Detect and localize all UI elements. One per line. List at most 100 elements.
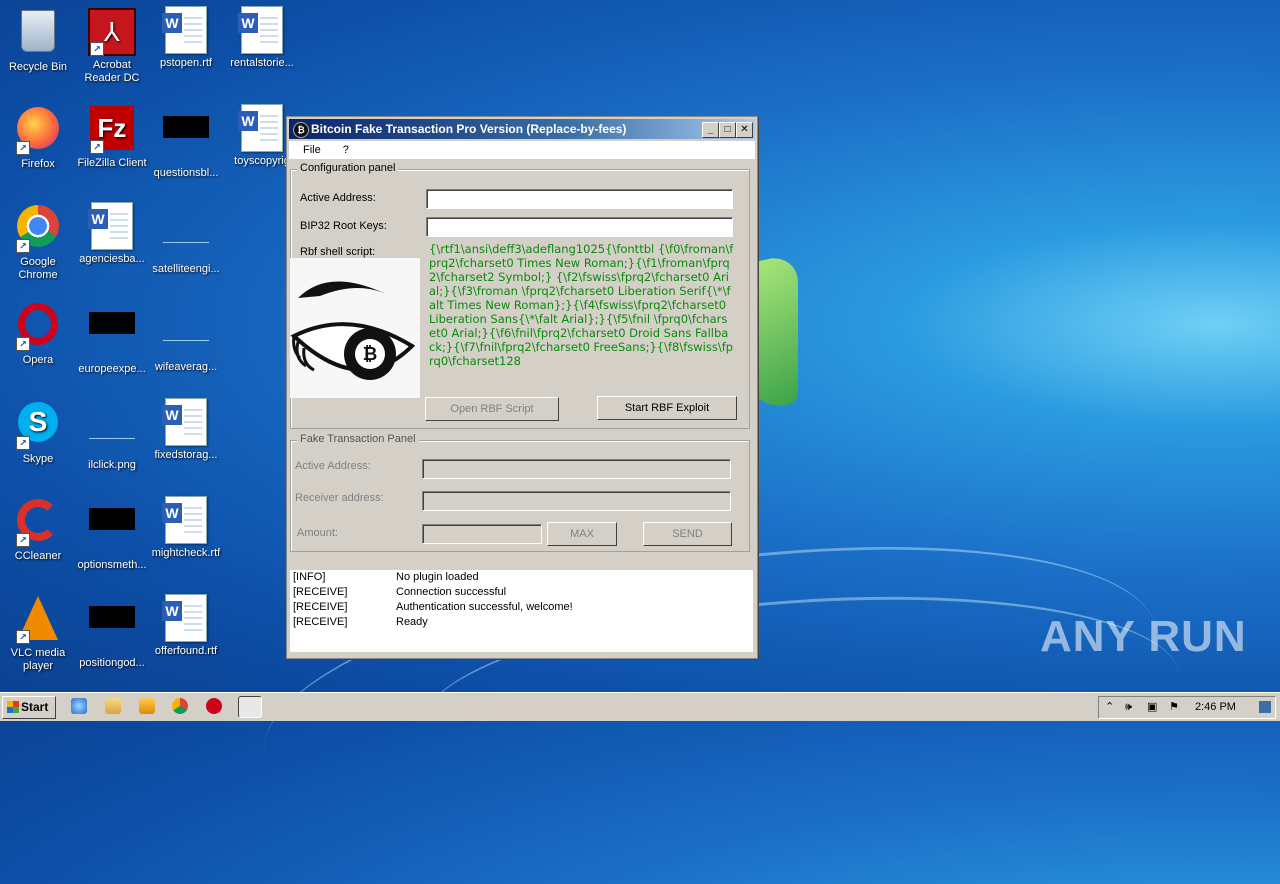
bitcoin-app-icon: ₿ (293, 122, 309, 138)
skype-icon: S ↗ (14, 402, 62, 450)
recycle-bin-icon (14, 10, 62, 58)
blank-file-icon (162, 212, 210, 260)
tray-arrow-icon[interactable]: ⌃ (1105, 697, 1114, 718)
menu-bar: File? (289, 141, 755, 159)
amount-input[interactable] (422, 524, 542, 544)
desktop-icon-label: europeexpe... (78, 363, 146, 375)
flag-icon[interactable]: ⚑ (1169, 697, 1179, 718)
anyrun-watermark: ANY RUN (1040, 612, 1247, 661)
ie-icon[interactable] (71, 698, 87, 714)
bitcoin-app-taskbar-icon[interactable] (238, 696, 262, 718)
desktop-icon-label: agenciesba... (79, 253, 145, 265)
shortcut-arrow-icon: ↗ (90, 42, 104, 56)
media-player-icon[interactable] (139, 698, 155, 714)
menu-file[interactable]: File (289, 141, 329, 159)
desktop-icon[interactable]: Wagenciesba... (74, 202, 150, 266)
log-panel: [INFO] No plugin loaded [RECEIVE] Connectio… (290, 570, 753, 652)
black-file-icon (88, 606, 136, 654)
desktop-icon[interactable]: Recycle Bin (0, 6, 76, 74)
log-message: Authentication successful, welcome! (396, 601, 573, 613)
volume-icon[interactable]: 🕪 (1125, 697, 1132, 718)
network-icon[interactable]: ▣ (1147, 697, 1157, 718)
word-doc-icon: W (238, 104, 286, 152)
blank-file-icon (162, 310, 210, 358)
start-rbf-exploit-button[interactable]: Start RBF Exploit (597, 396, 737, 420)
desktop-icon[interactable]: ilclick.png (74, 398, 150, 472)
acrobat-icon: ⅄ ↗ (88, 8, 136, 56)
desktop-icon-label: offerfound.rtf (154, 645, 218, 657)
shortcut-arrow-icon: ↗ (16, 436, 30, 450)
taskbar: Start ⌃ 🕪 ▣ ⚑ 2:46 PM (0, 692, 1280, 721)
shortcut-arrow-icon: ↗ (90, 140, 104, 154)
show-desktop-icon[interactable] (1259, 701, 1271, 713)
desktop-icon-label: satelliteengi... (152, 263, 220, 275)
desktop-icon-label: Acrobat Reader DC (84, 59, 140, 84)
log-message: Connection successful (396, 586, 507, 598)
folder-icon[interactable] (105, 698, 121, 714)
desktop-icon[interactable]: Wrentalstorie... (224, 6, 300, 70)
desktop-icon[interactable]: Wfixedstorag... (148, 398, 224, 462)
fake-active-address-input[interactable] (422, 459, 731, 479)
desktop-icon-label: Google Chrome (18, 256, 58, 281)
maximize-button[interactable]: □ (719, 122, 736, 138)
send-button[interactable]: SEND (643, 522, 732, 546)
desktop-icon[interactable]: questionsbl... (148, 104, 224, 180)
chrome-taskbar-icon[interactable] (172, 698, 188, 714)
desktop-icon[interactable]: positiongod... (74, 594, 150, 670)
filezilla-icon: Fz ↗ (88, 106, 136, 154)
word-doc-icon: W (162, 594, 210, 642)
word-doc-icon: W (88, 202, 136, 250)
vlc-icon: ↗ (14, 596, 62, 644)
desktop-icon[interactable]: Wmightcheck.rtf (148, 496, 224, 560)
fake-active-address-label: Active Address: (295, 460, 371, 472)
log-row: [RECEIVE] Connection successful (290, 585, 753, 600)
ccleaner-icon: ↗ (14, 499, 62, 547)
receiver-address-input[interactable] (422, 491, 731, 511)
desktop-icon[interactable]: Fz ↗ FileZilla Client (74, 104, 150, 170)
minimize-button[interactable]: _ (702, 122, 719, 138)
desktop-icon[interactable]: ↗ CCleaner (0, 496, 76, 563)
shortcut-arrow-icon: ↗ (16, 337, 30, 351)
clock: 2:46 PM (1195, 701, 1236, 713)
close-button[interactable]: ✕ (736, 122, 753, 138)
log-row: [RECEIVE] Authentication successful, welc… (290, 600, 753, 615)
log-rows: [INFO] No plugin loaded [RECEIVE] Connectio… (290, 570, 753, 630)
log-tag: [RECEIVE] (293, 616, 348, 628)
desktop-icon[interactable]: Wofferfound.rtf (148, 594, 224, 658)
desktop-icon-label: questionsbl... (153, 167, 219, 179)
log-message: No plugin loaded (396, 571, 479, 583)
desktop-icon-label: optionsmeth... (77, 559, 147, 571)
desktop-icon-label: fixedstorag... (154, 449, 218, 461)
desktop-icon[interactable]: ↗ VLC media player (0, 594, 76, 673)
bitcoin-fake-transaction-window: ₿ Bitcoin Fake Transaction Pro Version (… (286, 116, 758, 659)
desktop-icon[interactable]: ⅄ ↗ Acrobat Reader DC (74, 6, 150, 85)
bip32-root-keys-label: BIP32 Root Keys: (300, 220, 387, 232)
desktop-icon[interactable]: europeexpe... (74, 300, 150, 376)
desktop-icon[interactable]: ↗ Opera (0, 300, 76, 367)
desktop-icon[interactable]: S ↗ Skype (0, 398, 76, 466)
bip32-root-keys-input[interactable] (426, 217, 733, 237)
menu-help[interactable]: ? (329, 141, 357, 159)
opera-taskbar-icon[interactable] (206, 698, 222, 714)
desktop-icon-label: pstopen.rtf (160, 57, 212, 69)
desktop-icon[interactable]: ↗ Google Chrome (0, 202, 76, 282)
amount-label: Amount: (297, 527, 338, 539)
desktop-icon[interactable]: satelliteengi... (148, 202, 224, 276)
desktop-icon[interactable]: ↗ Firefox (0, 104, 76, 171)
rbf-shell-script-content[interactable]: {\rtf1\ansi\deff3\adeflang1025{\fonttbl … (429, 242, 734, 368)
word-doc-icon: W (162, 398, 210, 446)
desktop-icon[interactable]: wifeaverag... (148, 300, 224, 374)
title-bar[interactable]: ₿ Bitcoin Fake Transaction Pro Version (… (289, 119, 755, 139)
max-button[interactable]: MAX (547, 522, 617, 546)
start-button[interactable]: Start (2, 696, 56, 719)
desktop-icon[interactable]: Wpstopen.rtf (148, 6, 224, 70)
log-message: Ready (396, 616, 428, 628)
open-rbf-script-button[interactable]: Open RBF Script (425, 397, 559, 421)
active-address-input[interactable] (426, 189, 733, 209)
black-file-icon (162, 116, 210, 164)
start-label: Start (21, 700, 49, 714)
configuration-panel-legend: Configuration panel (297, 162, 399, 174)
desktop-icon[interactable]: optionsmeth... (74, 496, 150, 572)
window-title: Bitcoin Fake Transaction Pro Version (Re… (311, 122, 627, 136)
fake-transaction-panel-legend: Fake Transaction Panel (297, 433, 419, 445)
